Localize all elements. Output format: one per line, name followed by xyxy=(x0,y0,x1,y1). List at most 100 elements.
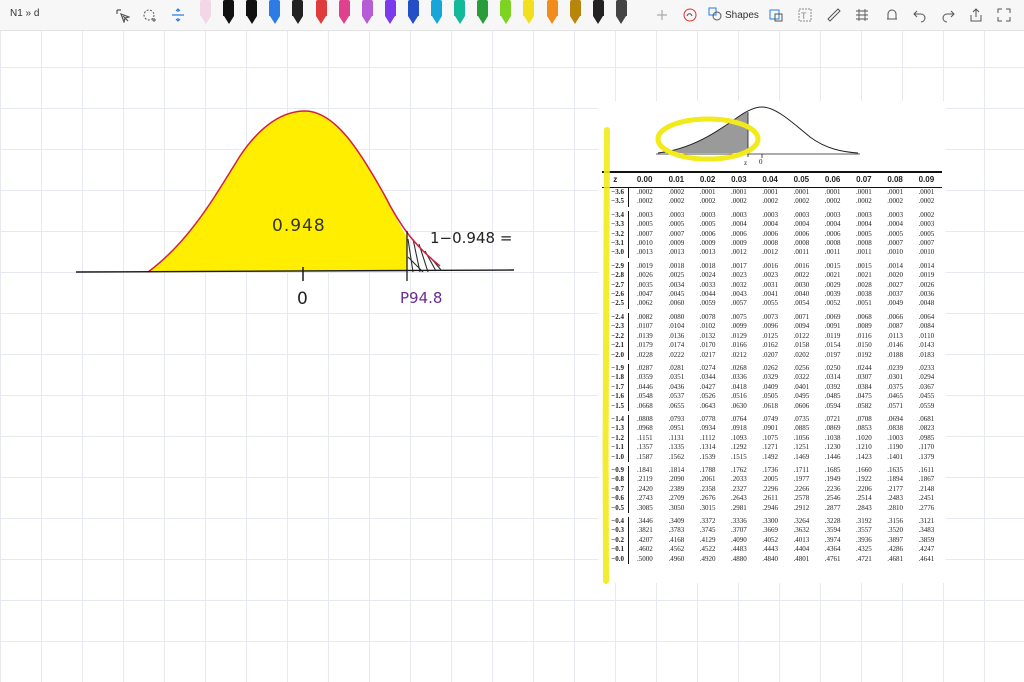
pen-10-icon[interactable] xyxy=(407,0,419,24)
table-row: −2.0.0228.0222.0217.0212.0207.0202.0197.… xyxy=(602,350,942,360)
insert-space-icon[interactable] xyxy=(168,5,188,25)
probability-cell: .0001 xyxy=(824,188,841,196)
fullscreen-icon[interactable] xyxy=(994,5,1014,25)
pen-14-icon[interactable] xyxy=(500,0,512,24)
breadcrumb[interactable]: N1 » d xyxy=(10,8,39,19)
redo-icon[interactable] xyxy=(938,5,958,25)
probability-cell: .0136 xyxy=(668,331,685,340)
pen-7-icon[interactable] xyxy=(338,0,350,24)
probability-cell: .0007 xyxy=(918,239,935,248)
probability-cell: .0023 xyxy=(730,271,747,280)
probability-cell: .0008 xyxy=(762,239,778,248)
probability-cell: .0239 xyxy=(887,363,903,372)
probability-cell: .0032 xyxy=(730,280,747,289)
touch-draw-icon[interactable] xyxy=(680,5,700,25)
probability-cell: .3821 xyxy=(636,526,653,535)
pen-4-icon[interactable] xyxy=(269,0,281,24)
probability-cell: .0030 xyxy=(793,280,810,289)
table-row: −1.8.0359.0351.0344.0336.0329.0322.0314.… xyxy=(602,373,942,383)
pen-16-icon[interactable] xyxy=(546,0,558,24)
probability-cell: .0094 xyxy=(793,322,810,331)
pen-8-icon[interactable] xyxy=(361,0,373,24)
probability-cell: .1977 xyxy=(793,475,810,484)
probability-cell: .4090 xyxy=(730,535,747,544)
column-header-cell: 0.08 xyxy=(879,171,911,188)
table-row: −3.1.0010.0009.0009.0009.0008.0008.0008.… xyxy=(602,239,942,249)
probability-cell: .0002 xyxy=(824,197,841,206)
lasso-select-icon[interactable] xyxy=(112,5,132,25)
probability-cell: .0174 xyxy=(668,341,685,350)
add-pen-icon[interactable] xyxy=(652,5,672,25)
ink-to-shape-icon[interactable] xyxy=(766,5,786,25)
probability-cell: .0002 xyxy=(918,210,935,219)
table-row: −0.5.3085.3050.3015.2981.2946.2912.2877.… xyxy=(602,503,942,513)
probability-cell: .3483 xyxy=(918,526,935,535)
pen-3-icon[interactable] xyxy=(246,0,258,24)
probability-cell: .1093 xyxy=(730,433,747,442)
probability-cell: .0003 xyxy=(793,210,810,219)
pen-2-icon[interactable] xyxy=(223,0,235,26)
probability-cell: .0010 xyxy=(918,248,935,257)
probability-cell: .0005 xyxy=(855,229,872,238)
probability-cell: .1003 xyxy=(887,433,903,442)
pen-15-icon[interactable] xyxy=(523,0,535,24)
probability-cell: .2206 xyxy=(855,484,872,493)
probability-cell: .0019 xyxy=(918,271,935,280)
pen-5-icon[interactable] xyxy=(292,0,304,24)
probability-cell: .2266 xyxy=(793,484,810,493)
note-canvas[interactable]: 0.948 1−0.948 = 0 P94.8 z 0 z 0.00 0.01 0.0… xyxy=(0,31,1024,682)
pen-9-icon[interactable] xyxy=(384,0,396,24)
probability-cell: .0007 xyxy=(668,229,685,238)
pen-19-icon[interactable] xyxy=(615,0,627,24)
probability-cell: .0026 xyxy=(636,271,653,280)
probability-cell: .2148 xyxy=(918,484,935,493)
table-row: −0.0.5000.4960.4920.4880.4840.4801.4761.… xyxy=(602,554,942,565)
probability-cell: .3669 xyxy=(762,526,778,535)
probability-cell: .0233 xyxy=(918,363,935,372)
shapes-button[interactable]: Shapes xyxy=(708,7,759,24)
ruler-icon[interactable] xyxy=(824,5,844,25)
probability-cell: .0048 xyxy=(918,299,935,308)
probability-cell: .4920 xyxy=(699,554,716,563)
probability-cell: .3859 xyxy=(918,535,935,544)
probability-cell: .1170 xyxy=(918,443,935,452)
probability-cell: .4641 xyxy=(918,554,935,563)
probability-cell: .0009 xyxy=(730,239,747,248)
probability-cell: .0014 xyxy=(887,261,903,270)
pen-1-icon[interactable] xyxy=(200,0,211,24)
probability-cell: .4960 xyxy=(668,554,685,563)
share-icon[interactable] xyxy=(966,5,986,25)
column-header-cell: 0.06 xyxy=(816,171,849,188)
pen-18-icon[interactable] xyxy=(592,0,604,24)
probability-cell: .4404 xyxy=(793,545,810,554)
ink-to-text-icon[interactable]: T xyxy=(795,5,815,25)
lasso-add-icon[interactable] xyxy=(140,5,160,25)
probability-cell: .3300 xyxy=(762,517,778,525)
probability-cell: .0244 xyxy=(855,363,872,372)
probability-cell: .0808 xyxy=(636,414,653,423)
ink-replay-icon[interactable] xyxy=(882,5,902,25)
undo-icon[interactable] xyxy=(910,5,930,25)
pen-6-icon[interactable] xyxy=(315,0,327,24)
pen-11-icon[interactable] xyxy=(431,0,442,24)
probability-cell: .0003 xyxy=(636,210,653,219)
probability-cell: .4681 xyxy=(887,554,903,563)
probability-cell: .0001 xyxy=(918,188,935,196)
pen-12-icon[interactable] xyxy=(454,0,466,24)
probability-cell: .0001 xyxy=(699,188,716,196)
pen-13-icon[interactable] xyxy=(477,0,489,24)
probability-cell: .4761 xyxy=(824,554,841,563)
probability-cell: .0082 xyxy=(636,312,653,321)
pen-17-icon[interactable] xyxy=(569,0,581,24)
table-row: −0.4.3446.3409.3372.3336.3300.3264.3228.… xyxy=(602,517,942,527)
math-icon[interactable] xyxy=(852,5,872,25)
probability-cell: .0107 xyxy=(636,322,653,331)
probability-cell: .0694 xyxy=(887,414,903,423)
probability-cell: .1841 xyxy=(636,465,653,474)
probability-cell: .0505 xyxy=(762,392,778,401)
table-row: −1.9.0287.0281.0274.0268.0262.0256.0250.… xyxy=(602,363,942,374)
probability-cell: .0212 xyxy=(730,350,747,359)
probability-cell: .3228 xyxy=(824,517,841,525)
probability-cell: .0129 xyxy=(730,331,747,340)
probability-cell: .4880 xyxy=(730,554,747,563)
